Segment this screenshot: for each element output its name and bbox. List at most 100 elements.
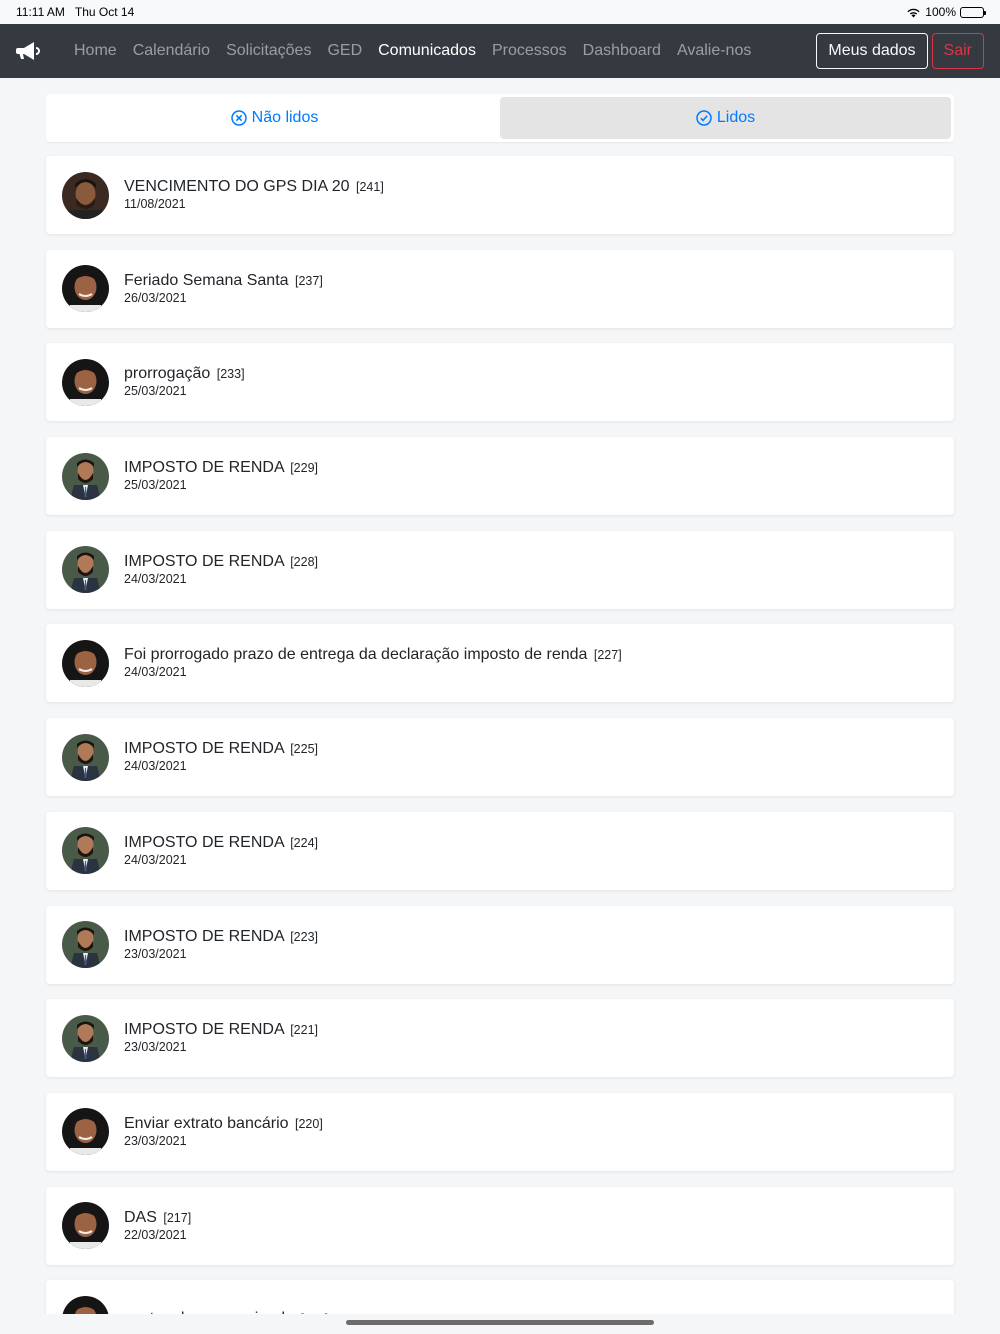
tab-group: Não lidos Lidos (46, 94, 954, 142)
nav-link-solicitacoes[interactable]: Solicitações (218, 34, 319, 68)
tab-unread[interactable]: Não lidos (49, 97, 500, 139)
message-id: [229] (290, 461, 318, 476)
message-card[interactable]: prorrogação [233] 25/03/2021 (46, 343, 954, 422)
message-date: 24/03/2021 (124, 665, 187, 680)
message-card[interactable]: IMPOSTO DE RENDA [224] 24/03/2021 (46, 811, 954, 890)
message-text: IMPOSTO DE RENDA [225] 24/03/2021 (124, 740, 318, 774)
message-id: [241] (356, 180, 384, 194)
message-title: IMPOSTO DE RENDA (124, 740, 284, 758)
wifi-icon (907, 8, 920, 17)
message-text: Foi prorrogado prazo de entrega da decla… (124, 646, 622, 680)
logout-button[interactable]: Sair (931, 33, 984, 69)
message-text: IMPOSTO DE RENDA [221] 23/03/2021 (124, 1021, 318, 1055)
avatar (62, 921, 109, 968)
message-date: 25/03/2021 (124, 384, 187, 399)
message-title: IMPOSTO DE RENDA (124, 833, 284, 851)
message-date: 23/03/2021 (124, 946, 187, 961)
avatar (62, 1295, 109, 1314)
message-date: 23/03/2021 (124, 1133, 187, 1148)
nav-links: Home Calendário Solicitações GED Comunicados… (66, 34, 816, 68)
message-id: [224] (290, 835, 318, 850)
message-text: prorrogação [233] 25/03/2021 (124, 365, 245, 399)
avatar (62, 1108, 109, 1156)
message-date: 22/03/2021 (124, 1227, 187, 1242)
avatar (62, 546, 109, 594)
message-card[interactable]: IMPOSTO DE RENDA [223] 23/03/2021 (46, 905, 954, 984)
nav-link-home[interactable]: Home (66, 34, 125, 68)
message-id: [225] (290, 742, 318, 757)
avatar (62, 452, 109, 500)
message-card[interactable]: contra cheque assinado [215] (46, 1280, 954, 1314)
message-card[interactable]: IMPOSTO DE RENDA [228] 24/03/2021 (46, 530, 954, 609)
tab-read[interactable]: Lidos (500, 97, 951, 139)
message-card[interactable]: DAS [217] 22/03/2021 (46, 1186, 954, 1265)
status-time: 11:11 AM (16, 5, 65, 19)
message-id: [227] (593, 648, 622, 663)
message-title: IMPOSTO DE RENDA (124, 459, 284, 477)
message-title: Feriado Semana Santa (124, 271, 289, 289)
message-id: [223] (290, 929, 318, 944)
message-card[interactable]: Foi prorrogado prazo de entrega da decla… (46, 624, 954, 703)
message-text: IMPOSTO DE RENDA [224] 24/03/2021 (124, 834, 318, 868)
message-id: [233] (216, 367, 245, 382)
nav-link-calendario[interactable]: Calendário (125, 34, 218, 68)
avatar (62, 265, 109, 313)
message-text: Enviar extrato bancário [220] 23/03/2021 (124, 1115, 323, 1149)
avatar (62, 1202, 109, 1250)
message-text: contra cheque assinado [215] (124, 1310, 328, 1314)
nav-link-comunicados[interactable]: Comunicados (370, 34, 484, 68)
message-card[interactable]: IMPOSTO DE RENDA [229] 25/03/2021 (46, 437, 954, 516)
nav-link-processos[interactable]: Processos (484, 34, 575, 68)
nav-link-dashboard[interactable]: Dashboard (575, 34, 669, 68)
message-title: VENCIMENTO DO GPS DIA 20 (124, 178, 350, 195)
avatar (62, 827, 109, 875)
battery-percent: 100% (925, 5, 956, 19)
message-id: [228] (290, 554, 318, 569)
battery-icon (960, 6, 986, 18)
status-date: Thu Oct 14 (74, 5, 135, 19)
content: Não lidos Lidos VENCIMENTO DO GPS DIA 20… (0, 78, 1000, 1314)
nav-link-ged[interactable]: GED (319, 34, 370, 68)
status-bar: 11:11 AM Thu Oct 14 100% (0, 0, 1000, 24)
message-date: 26/03/2021 (124, 290, 187, 305)
tab-read-label: Lidos (716, 109, 756, 126)
message-id: [217] (163, 1210, 192, 1225)
message-text: IMPOSTO DE RENDA [223] 23/03/2021 (124, 928, 318, 962)
avatar (62, 733, 109, 781)
message-text: VENCIMENTO DO GPS DIA 20 [241] 11/08/2021 (124, 178, 384, 212)
circle-check-icon (696, 110, 712, 126)
megaphone-icon[interactable] (16, 34, 50, 68)
message-title: Enviar extrato bancário (124, 1114, 289, 1132)
message-title: IMPOSTO DE RENDA (124, 927, 284, 945)
message-date: 24/03/2021 (124, 571, 187, 586)
message-card[interactable]: Enviar extrato bancário [220] 23/03/2021 (46, 1092, 954, 1171)
message-card[interactable]: Feriado Semana Santa [237] 26/03/2021 (46, 249, 954, 328)
message-list: VENCIMENTO DO GPS DIA 20 [241] 11/08/2021… (46, 156, 954, 1314)
message-date: 24/03/2021 (124, 759, 187, 774)
message-title: DAS (124, 1208, 157, 1226)
avatar (62, 1014, 109, 1062)
message-id: [215] (300, 1312, 328, 1314)
message-card[interactable]: VENCIMENTO DO GPS DIA 20 [241] 11/08/2021 (46, 156, 954, 234)
message-title: contra cheque assinado (124, 1310, 294, 1314)
message-id: [237] (295, 273, 323, 288)
navbar: Home Calendário Solicitações GED Comunicados… (0, 24, 1000, 78)
message-text: IMPOSTO DE RENDA [229] 25/03/2021 (124, 459, 318, 493)
message-text: DAS [217] 22/03/2021 (124, 1209, 191, 1243)
message-text: Feriado Semana Santa [237] 26/03/2021 (124, 272, 323, 306)
message-date: 25/03/2021 (124, 478, 187, 493)
message-date: 24/03/2021 (124, 852, 187, 867)
nav-link-avalie-nos[interactable]: Avalie-nos (669, 34, 759, 68)
message-card[interactable]: IMPOSTO DE RENDA [225] 24/03/2021 (46, 718, 954, 797)
message-id: [221] (290, 1023, 318, 1038)
my-data-button[interactable]: Meus dados (816, 33, 928, 69)
message-title: prorrogação (124, 365, 211, 383)
message-title: IMPOSTO DE RENDA (124, 552, 284, 570)
home-indicator[interactable] (346, 1320, 654, 1325)
message-card[interactable]: IMPOSTO DE RENDA [221] 23/03/2021 (46, 999, 954, 1078)
message-date: 11/08/2021 (124, 197, 186, 211)
message-date: 23/03/2021 (124, 1040, 187, 1055)
message-title: IMPOSTO DE RENDA (124, 1021, 284, 1039)
tab-unread-label: Não lidos (251, 109, 319, 126)
avatar (62, 358, 109, 406)
